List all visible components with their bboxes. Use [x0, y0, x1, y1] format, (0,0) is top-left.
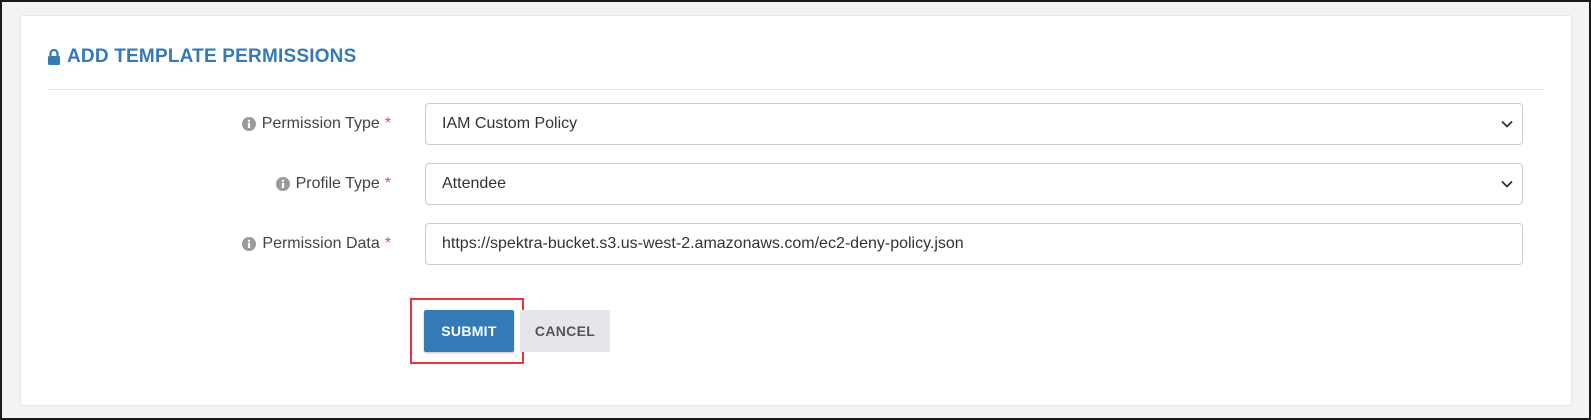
- permission-data-label: Permission Data *: [242, 223, 391, 265]
- info-icon: [241, 117, 256, 131]
- profile-type-select[interactable]: Attendee: [425, 163, 1523, 205]
- lock-icon: [48, 48, 60, 65]
- profile-type-label: Profile Type *: [275, 163, 391, 205]
- profile-type-label-text: Profile Type: [295, 175, 380, 192]
- permission-data-row: Permission Data * https://spektra-bucket…: [21, 223, 1571, 265]
- title-divider: [47, 89, 1545, 90]
- permission-data-value: https://spektra-bucket.s3.us-west-2.amaz…: [442, 235, 964, 252]
- required-asterisk: *: [384, 175, 391, 192]
- permission-type-label: Permission Type *: [241, 103, 391, 145]
- permission-type-selected-value: IAM Custom Policy: [442, 115, 578, 132]
- chevron-down-icon: [1501, 120, 1513, 128]
- profile-type-row: Profile Type * Attendee: [21, 163, 1571, 205]
- profile-type-selected-value: Attendee: [442, 175, 507, 192]
- permission-type-row: Permission Type * IAM Custom Policy: [21, 103, 1571, 145]
- info-icon: [275, 177, 290, 191]
- cancel-button[interactable]: CANCEL: [520, 310, 610, 352]
- add-template-permissions-panel: ADD TEMPLATE PERMISSIONS Permission Type…: [20, 15, 1572, 406]
- permission-type-label-text: Permission Type: [261, 115, 380, 132]
- info-icon: [242, 237, 257, 251]
- panel-title-text: ADD TEMPLATE PERMISSIONS: [67, 46, 357, 67]
- submit-button[interactable]: SUBMIT: [424, 310, 514, 352]
- chevron-down-icon: [1501, 180, 1513, 188]
- permission-data-input[interactable]: https://spektra-bucket.s3.us-west-2.amaz…: [425, 223, 1523, 265]
- permission-data-label-text: Permission Data: [262, 235, 380, 252]
- panel-title: ADD TEMPLATE PERMISSIONS: [47, 46, 356, 68]
- required-asterisk: *: [384, 235, 391, 252]
- screenshot-frame: ADD TEMPLATE PERMISSIONS Permission Type…: [0, 0, 1591, 420]
- permission-type-select[interactable]: IAM Custom Policy: [425, 103, 1523, 145]
- required-asterisk: *: [384, 115, 391, 132]
